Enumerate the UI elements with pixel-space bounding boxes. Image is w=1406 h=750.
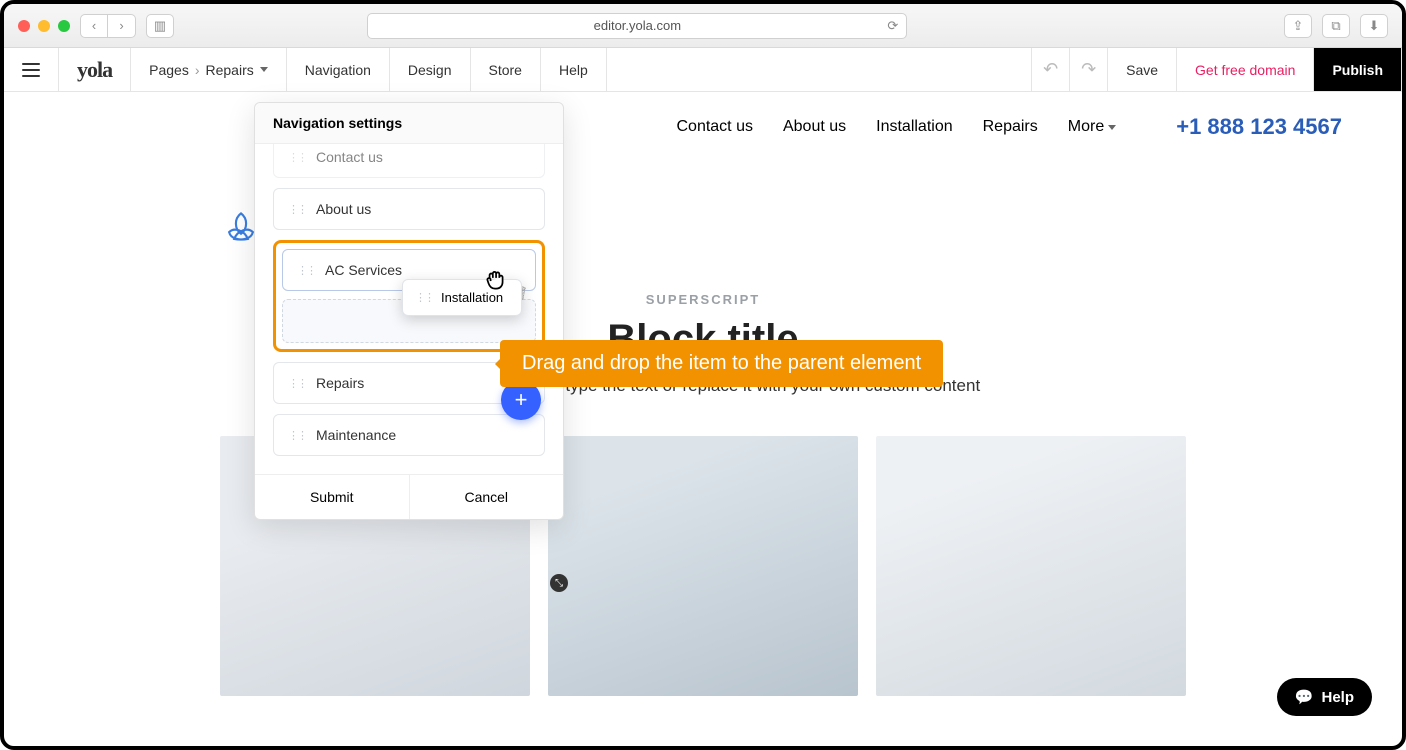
superscript-label[interactable]: SUPERSCRIPT — [4, 292, 1402, 307]
nav-item-about-us[interactable]: ⋮⋮ About us — [273, 188, 545, 230]
window-controls — [18, 20, 70, 32]
help-chat-button[interactable]: 💬 Help — [1277, 678, 1372, 716]
panel-title: Navigation settings — [255, 103, 563, 144]
drag-handle-icon[interactable]: ⋮⋮ — [297, 264, 315, 277]
help-menu[interactable]: Help — [541, 48, 607, 91]
drop-target-zone[interactable]: ⋮⋮ AC Services ⋮⋮ Installation 🗑 — [273, 240, 545, 352]
get-free-domain-link[interactable]: Get free domain — [1177, 48, 1314, 91]
chevron-down-icon — [1108, 125, 1116, 130]
nav-more-dropdown[interactable]: More — [1068, 118, 1116, 136]
design-menu[interactable]: Design — [390, 48, 471, 91]
maximize-window-icon[interactable] — [58, 20, 70, 32]
chat-icon: 💬 — [1295, 688, 1314, 706]
share-icon[interactable]: ⇪ — [1284, 14, 1312, 38]
chevron-down-icon — [260, 67, 268, 72]
app-toolbar: yola Pages › Repairs Navigation Design S… — [4, 48, 1402, 92]
undo-button[interactable]: ↶ — [1032, 48, 1070, 91]
nav-installation[interactable]: Installation — [876, 118, 953, 136]
nav-about-us[interactable]: About us — [783, 118, 846, 136]
pages-label: Pages — [149, 62, 189, 78]
logo[interactable]: yola — [59, 48, 131, 91]
plus-icon: + — [515, 387, 528, 413]
back-button[interactable]: ‹ — [80, 14, 108, 38]
drag-handle-icon[interactable]: ⋮⋮ — [288, 377, 306, 390]
drag-handle-icon[interactable]: ⋮⋮ — [288, 429, 306, 442]
resize-handle-icon[interactable]: ⤡ — [550, 574, 568, 592]
cancel-button[interactable]: Cancel — [410, 475, 564, 519]
menu-button[interactable] — [4, 48, 59, 91]
forward-button[interactable]: › — [108, 14, 136, 38]
chevron-right-icon: › — [195, 62, 200, 78]
drag-handle-icon[interactable]: ⋮⋮ — [288, 203, 306, 216]
nav-repairs[interactable]: Repairs — [983, 118, 1038, 136]
nav-contact-us[interactable]: Contact us — [676, 118, 752, 136]
close-window-icon[interactable] — [18, 20, 30, 32]
tabs-icon[interactable]: ⧉ — [1322, 14, 1350, 38]
site-navigation: Contact us About us Installation Repairs… — [4, 92, 1402, 162]
nav-item-label: Maintenance — [316, 427, 396, 443]
address-bar[interactable]: editor.yola.com ⟳ — [367, 13, 907, 39]
reload-icon[interactable]: ⟳ — [887, 18, 898, 34]
nav-item-label: AC Services — [325, 262, 402, 278]
hamburger-icon — [22, 63, 40, 77]
navigation-settings-panel: Navigation settings ⋮⋮ Contact us ⋮⋮ Abo… — [254, 102, 564, 520]
current-page: Repairs — [206, 62, 254, 78]
image-cards-row — [4, 436, 1402, 696]
toolbar-spacer — [607, 48, 1032, 91]
drag-handle-icon: ⋮⋮ — [415, 291, 433, 304]
url-text: editor.yola.com — [594, 18, 681, 33]
drag-handle-icon[interactable]: ⋮⋮ — [288, 151, 306, 164]
site-logo-icon — [224, 210, 258, 244]
hint-tooltip: Drag and drop the item to the parent ele… — [500, 340, 943, 387]
phone-number[interactable]: +1 888 123 4567 — [1176, 114, 1342, 140]
submit-button[interactable]: Submit — [255, 475, 410, 519]
publish-button[interactable]: Publish — [1314, 48, 1402, 91]
minimize-window-icon[interactable] — [38, 20, 50, 32]
nav-item-label: Contact us — [316, 149, 383, 165]
grab-cursor-icon — [482, 267, 508, 299]
nav-item-label: About us — [316, 201, 371, 217]
image-card-3[interactable] — [876, 436, 1186, 696]
nav-item-contact-us[interactable]: ⋮⋮ Contact us — [273, 144, 545, 178]
pages-breadcrumb[interactable]: Pages › Repairs — [131, 48, 287, 91]
nav-item-maintenance[interactable]: ⋮⋮ Maintenance — [273, 414, 545, 456]
browser-chrome: ‹ › ▥ editor.yola.com ⟳ ⇪ ⧉ ⬇ — [4, 4, 1402, 48]
nav-item-label: Repairs — [316, 375, 364, 391]
image-card-2[interactable] — [548, 436, 858, 696]
navigation-menu[interactable]: Navigation — [287, 48, 390, 91]
sidebar-toggle-icon[interactable]: ▥ — [146, 14, 174, 38]
redo-button[interactable]: ↷ — [1070, 48, 1108, 91]
editor-canvas: Contact us About us Installation Repairs… — [4, 92, 1402, 746]
downloads-icon[interactable]: ⬇ — [1360, 14, 1388, 38]
store-menu[interactable]: Store — [471, 48, 541, 91]
help-label: Help — [1321, 689, 1354, 706]
save-button[interactable]: Save — [1108, 48, 1177, 91]
